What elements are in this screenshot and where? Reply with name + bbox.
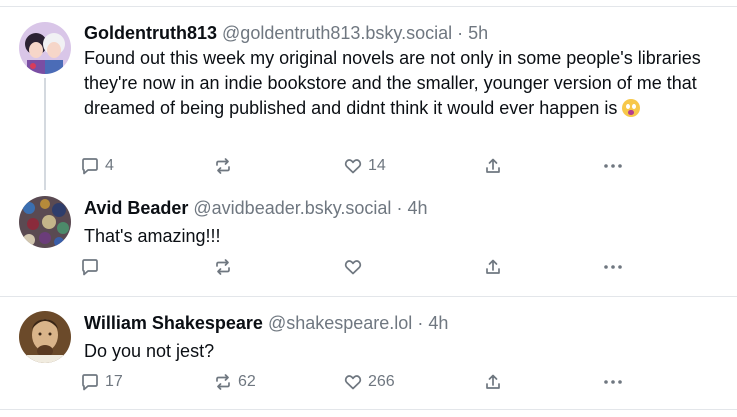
post-avid-beader[interactable]: Avid Beader @avidbeader.bsky.social · 4h…: [0, 190, 737, 296]
repost-arrows-icon: [216, 259, 230, 275]
post-actions: [80, 257, 640, 279]
repost-arrows-icon: [216, 158, 230, 174]
reply-count: 4: [105, 157, 114, 174]
thread-line: [44, 78, 46, 190]
separator-dot: ·: [417, 313, 424, 333]
repost-button[interactable]: 62: [213, 372, 256, 392]
post-actions: 4 14: [80, 156, 640, 178]
repost-arrows-icon: [216, 374, 230, 390]
repost-button[interactable]: [213, 156, 238, 176]
speech-bubble-icon: [82, 259, 98, 276]
speech-bubble-icon: [82, 158, 98, 175]
more-dots-icon: [604, 380, 622, 384]
author-name[interactable]: William Shakespeare: [84, 313, 263, 333]
like-button[interactable]: [343, 257, 368, 277]
post-actions: 17 62 266: [80, 372, 640, 394]
separator-dot: ·: [457, 23, 464, 43]
like-button[interactable]: 14: [343, 156, 386, 176]
post-time[interactable]: 5h: [468, 23, 488, 43]
reply-button[interactable]: 17: [80, 372, 123, 392]
bottom-divider: [0, 409, 737, 410]
more-dots-icon: [604, 164, 622, 168]
author-name[interactable]: Goldentruth813: [84, 23, 217, 43]
crying-face-emoji-icon: [622, 99, 641, 117]
like-button[interactable]: 266: [343, 372, 395, 392]
post-header: Avid Beader @avidbeader.bsky.social · 4h: [84, 197, 428, 219]
repost-button[interactable]: [213, 257, 238, 277]
speech-bubble-icon: [82, 374, 98, 391]
post-time[interactable]: 4h: [428, 313, 448, 333]
author-handle[interactable]: @shakespeare.lol: [268, 313, 412, 333]
like-count: 14: [368, 157, 386, 174]
post-header: Goldentruth813 @goldentruth813.bsky.soci…: [84, 22, 488, 44]
author-handle[interactable]: @goldentruth813.bsky.social: [222, 23, 452, 43]
post-time[interactable]: 4h: [407, 198, 427, 218]
avatar[interactable]: [19, 196, 71, 248]
post-text: Do you not jest?: [84, 341, 215, 361]
post-shakespeare[interactable]: William Shakespeare @shakespeare.lol · 4…: [0, 297, 737, 409]
share-button[interactable]: [483, 372, 503, 392]
heart-icon: [344, 260, 362, 275]
share-upload-icon: [486, 374, 500, 389]
post-text-content: Found out this week my original novels a…: [84, 48, 701, 118]
heart-icon: [344, 159, 362, 174]
post-header: William Shakespeare @shakespeare.lol · 4…: [84, 312, 448, 334]
reply-button[interactable]: 4: [80, 156, 114, 176]
more-options-button[interactable]: [601, 257, 625, 277]
post-text: That's amazing!!!: [84, 226, 221, 246]
author-handle[interactable]: @avidbeader.bsky.social: [193, 198, 391, 218]
share-button[interactable]: [483, 156, 503, 176]
avatar[interactable]: [19, 311, 71, 363]
post-text: Found out this week my original novels a…: [84, 46, 724, 121]
more-options-button[interactable]: [601, 372, 625, 392]
author-name[interactable]: Avid Beader: [84, 198, 188, 218]
avatar[interactable]: [19, 22, 71, 74]
heart-icon: [344, 375, 362, 390]
like-count: 266: [368, 373, 395, 390]
share-upload-icon: [486, 259, 500, 274]
reply-button[interactable]: [80, 257, 105, 277]
share-upload-icon: [486, 158, 500, 173]
reply-count: 17: [105, 373, 123, 390]
share-button[interactable]: [483, 257, 503, 277]
separator-dot: ·: [396, 198, 403, 218]
more-dots-icon: [604, 265, 622, 269]
more-options-button[interactable]: [601, 156, 625, 176]
repost-count: 62: [238, 373, 256, 390]
post-goldentruth[interactable]: Goldentruth813 @goldentruth813.bsky.soci…: [0, 0, 737, 190]
